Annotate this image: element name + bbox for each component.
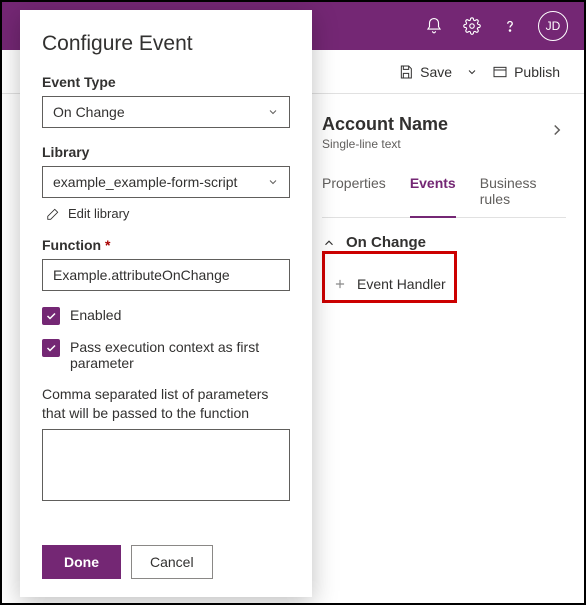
edit-library-link[interactable]: Edit library bbox=[42, 206, 290, 221]
chevron-right-icon[interactable] bbox=[548, 121, 566, 144]
publish-button[interactable]: Publish bbox=[486, 60, 566, 84]
pass-context-label: Pass execution context as first paramete… bbox=[70, 339, 290, 371]
params-textarea[interactable] bbox=[42, 429, 290, 501]
library-label: Library bbox=[42, 144, 290, 160]
tabs: Properties Events Business rules bbox=[322, 169, 566, 218]
avatar[interactable]: JD bbox=[538, 11, 568, 41]
section-onchange-header[interactable]: On Change bbox=[322, 234, 566, 251]
save-label: Save bbox=[420, 64, 452, 80]
enabled-label: Enabled bbox=[70, 307, 121, 323]
add-event-handler-button[interactable]: Event Handler bbox=[327, 270, 452, 298]
properties-pane: Account Name Single-line text Properties… bbox=[312, 94, 584, 603]
params-label: Comma separated list of parameters that … bbox=[42, 385, 290, 423]
modal-title: Configure Event bbox=[42, 32, 290, 56]
event-type-value: On Change bbox=[53, 104, 125, 120]
add-handler-label: Event Handler bbox=[357, 276, 446, 292]
plus-icon bbox=[333, 277, 347, 291]
field-name: Account Name bbox=[322, 114, 448, 135]
pass-context-checkbox[interactable] bbox=[42, 339, 60, 357]
section-title: On Change bbox=[346, 234, 426, 251]
edit-library-label: Edit library bbox=[68, 206, 129, 221]
enabled-checkbox[interactable] bbox=[42, 307, 60, 325]
configure-event-panel: Configure Event Event Type On Change Lib… bbox=[20, 10, 312, 597]
pencil-icon bbox=[46, 207, 60, 221]
tab-events[interactable]: Events bbox=[410, 169, 456, 217]
chevron-down-icon bbox=[267, 176, 279, 188]
function-input[interactable] bbox=[42, 259, 290, 291]
chevron-down-icon bbox=[267, 106, 279, 118]
event-type-select[interactable]: On Change bbox=[42, 96, 290, 128]
function-label: Function * bbox=[42, 237, 290, 253]
chevron-up-icon bbox=[322, 236, 336, 250]
cancel-button[interactable]: Cancel bbox=[131, 545, 213, 579]
gear-icon[interactable] bbox=[462, 16, 482, 36]
library-select[interactable]: example_example-form-script bbox=[42, 166, 290, 198]
save-dropdown[interactable] bbox=[464, 62, 480, 82]
bell-icon[interactable] bbox=[424, 16, 444, 36]
publish-label: Publish bbox=[514, 64, 560, 80]
done-button[interactable]: Done bbox=[42, 545, 121, 579]
tab-properties[interactable]: Properties bbox=[322, 169, 386, 217]
library-value: example_example-form-script bbox=[53, 174, 237, 190]
save-button[interactable]: Save bbox=[392, 60, 458, 84]
event-type-label: Event Type bbox=[42, 74, 290, 90]
tab-business-rules[interactable]: Business rules bbox=[480, 169, 566, 217]
field-subtype: Single-line text bbox=[322, 137, 448, 151]
highlight-box: Event Handler bbox=[322, 251, 457, 303]
help-icon[interactable] bbox=[500, 16, 520, 36]
check-icon bbox=[45, 310, 57, 322]
check-icon bbox=[45, 342, 57, 354]
